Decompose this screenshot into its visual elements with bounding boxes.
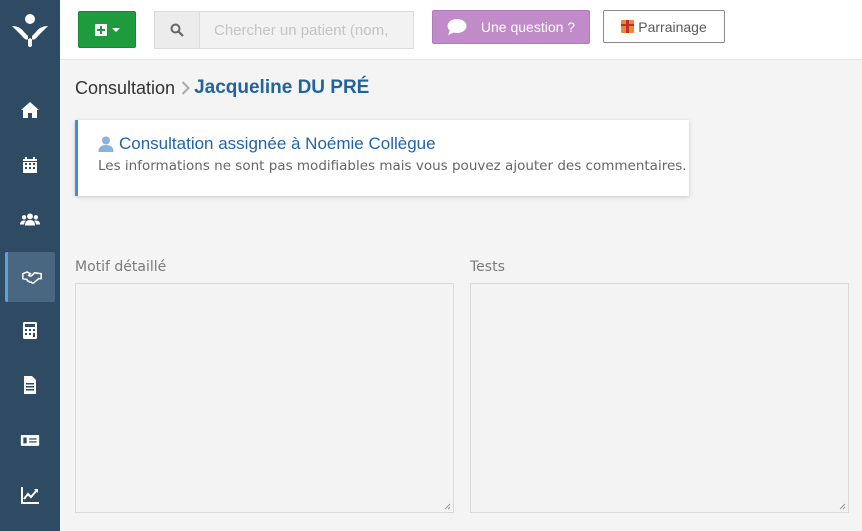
users-icon: [20, 213, 40, 226]
referral-label: Parrainage: [638, 18, 707, 35]
money-card-icon: [20, 435, 40, 446]
sidebar-item-calculator[interactable]: [0, 305, 60, 355]
medical-person-icon: [12, 14, 48, 47]
user-icon: [98, 136, 114, 152]
assignment-notice: Consultation assignée à Noémie Collègue …: [75, 120, 689, 196]
resize-grip-icon[interactable]: [838, 502, 846, 510]
question-label: Une question ?: [480, 19, 576, 35]
home-icon: [21, 102, 39, 118]
gift-icon: [621, 20, 635, 33]
breadcrumb-root[interactable]: Consultation: [75, 78, 175, 99]
motif-textarea[interactable]: [75, 283, 454, 513]
chart-line-icon: [21, 487, 39, 504]
resize-grip-icon[interactable]: [443, 502, 451, 510]
calendar-icon: [23, 157, 37, 173]
patient-search-input[interactable]: [199, 11, 414, 49]
handshake-icon: [21, 271, 42, 284]
caret-down-icon: [111, 27, 120, 32]
add-dropdown-button[interactable]: [78, 11, 136, 48]
chat-bubble-icon: [447, 19, 467, 35]
question-button[interactable]: Une question ?: [432, 10, 590, 44]
notice-subtitle: Les informations ne sont pas modifiables…: [98, 158, 687, 174]
plus-square-icon: [94, 23, 107, 36]
notice-title: Consultation assignée à Noémie Collègue: [98, 134, 436, 154]
sidebar-item-consultations[interactable]: [5, 252, 55, 302]
referral-button[interactable]: Parrainage: [603, 10, 725, 43]
sidebar-item-billing[interactable]: [0, 415, 60, 465]
chevron-right-icon: [181, 81, 190, 95]
breadcrumb-current: Jacqueline DU PRÉ: [194, 77, 370, 98]
calculator-icon: [23, 322, 37, 339]
top-bar: Une question ? Parrainage: [60, 0, 862, 60]
tests-label: Tests: [470, 259, 505, 275]
breadcrumb: Consultation Jacqueline DU PRÉ: [75, 76, 369, 100]
motif-label: Motif détaillé: [75, 259, 167, 275]
sidebar: [0, 0, 60, 531]
search-button[interactable]: [154, 11, 199, 49]
sidebar-item-calendar[interactable]: [0, 140, 60, 190]
notice-title-text: Consultation assignée à Noémie Collègue: [119, 134, 436, 153]
app-logo[interactable]: [0, 0, 60, 60]
search-icon: [170, 23, 184, 37]
sidebar-item-stats[interactable]: [0, 470, 60, 520]
sidebar-item-documents[interactable]: [0, 360, 60, 410]
sidebar-item-patients[interactable]: [0, 195, 60, 245]
sidebar-item-home[interactable]: [0, 85, 60, 135]
document-icon: [24, 376, 36, 394]
tests-textarea[interactable]: [470, 283, 849, 513]
